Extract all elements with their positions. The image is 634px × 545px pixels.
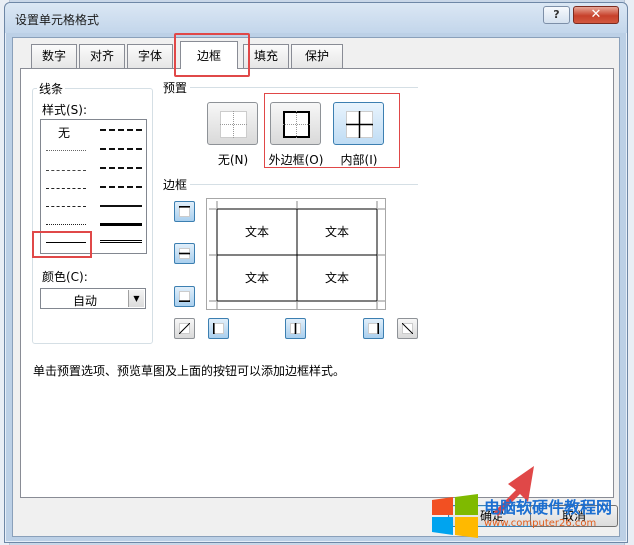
border-top-button[interactable] [174, 201, 195, 222]
line-style-medium[interactable] [100, 205, 142, 207]
border-right-icon [368, 323, 379, 334]
line-style-dash-dot[interactable] [46, 206, 86, 207]
preset-none-button[interactable] [207, 102, 258, 145]
border-bottom-icon [179, 291, 190, 302]
info-text: 单击预置选项、预览草图及上面的按钮可以添加边框样式。 [33, 364, 346, 378]
line-color-select[interactable]: 自动 ▼ [40, 288, 146, 309]
border-diagonal-up-button[interactable] [174, 318, 195, 339]
line-group-label: 线条 [37, 80, 66, 97]
line-color-label: 颜色(C): [40, 268, 90, 285]
preset-none-label: 无(N) [217, 153, 249, 167]
tab-protection[interactable]: 保护 [291, 44, 343, 68]
border-separator [190, 184, 418, 185]
preview-cell: 文本 [244, 271, 269, 285]
line-style-none[interactable]: 无 [58, 124, 70, 141]
border-inside-vertical-icon [290, 323, 301, 334]
border-title: 边框 [163, 178, 188, 192]
tab-alignment[interactable]: 对齐 [79, 44, 125, 68]
watermark-title: 电脑软硬件教程网 [484, 498, 613, 517]
preview-cell: 文本 [244, 225, 269, 239]
border-bottom-button[interactable] [174, 286, 195, 307]
help-button[interactable]: ? [543, 6, 570, 24]
windows-logo-icon [432, 494, 478, 538]
dropdown-arrow-icon[interactable]: ▼ [128, 290, 144, 307]
diagonal-up-icon [179, 323, 190, 334]
preset-highlight-frame [264, 93, 400, 168]
border-diagonal-down-button[interactable] [397, 318, 418, 339]
tab-highlight-frame [174, 33, 250, 77]
border-left-button[interactable] [208, 318, 229, 339]
line-style-selection-highlight [32, 231, 92, 258]
border-inside-vertical-button[interactable] [285, 318, 306, 339]
border-inside-horizontal-button[interactable] [174, 243, 195, 264]
watermark: 电脑软硬件教程网 www.computer26.com [426, 492, 632, 542]
line-color-value: 自动 [72, 294, 97, 308]
close-button[interactable]: ✕ [573, 6, 619, 24]
diagonal-down-icon [402, 323, 413, 334]
presets-separator [190, 87, 418, 88]
border-preview[interactable]: 文本 文本 文本 文本 [206, 198, 386, 310]
line-style-medium-dash-dot[interactable] [100, 167, 142, 169]
border-inside-horizontal-icon [179, 248, 190, 259]
border-top-icon [179, 206, 190, 217]
line-style-slant-dash-dot[interactable] [100, 148, 142, 150]
presets-title: 预置 [163, 81, 188, 95]
preview-cell: 文本 [324, 271, 349, 285]
preset-none-icon [220, 111, 247, 138]
watermark-url: www.computer26.com [484, 518, 597, 529]
line-style-hair[interactable] [46, 150, 86, 151]
tab-font[interactable]: 字体 [127, 44, 173, 68]
tab-number[interactable]: 数字 [31, 44, 77, 68]
title-bar: 设置单元格格式 ? ✕ [5, 3, 627, 33]
border-right-button[interactable] [363, 318, 384, 339]
dialog-title: 设置单元格格式 [15, 13, 100, 27]
line-style-dotted[interactable] [46, 170, 86, 171]
border-left-icon [213, 323, 224, 334]
preview-cell: 文本 [324, 225, 349, 239]
line-style-thick[interactable] [100, 223, 142, 226]
line-style-double[interactable] [100, 240, 142, 243]
line-style-dash-dot-dot[interactable] [46, 188, 86, 189]
line-style-medium-dash-dot-dot[interactable] [100, 129, 142, 131]
line-style-medium-dashed[interactable] [100, 186, 142, 188]
line-style-dashed-thin[interactable] [46, 224, 86, 225]
line-style-label: 样式(S): [40, 101, 90, 118]
